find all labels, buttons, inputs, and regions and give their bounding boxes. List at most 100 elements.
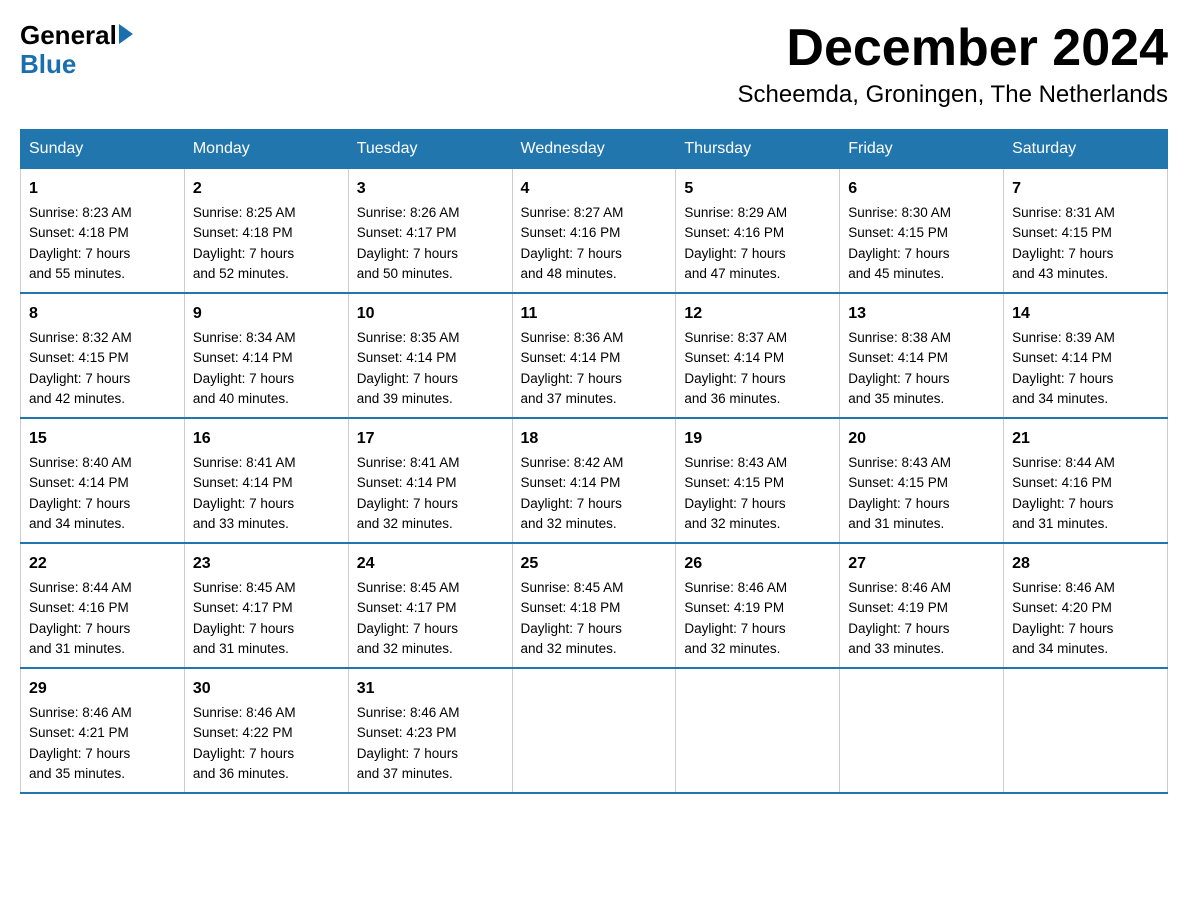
sunrise-text: Sunrise: 8:29 AM <box>684 203 831 223</box>
calendar-cell <box>512 668 676 793</box>
daylight-text: Daylight: 7 hours <box>29 619 176 639</box>
sunset-text: Sunset: 4:15 PM <box>848 223 995 243</box>
sunrise-text: Sunrise: 8:44 AM <box>29 578 176 598</box>
calendar-cell: 27Sunrise: 8:46 AMSunset: 4:19 PMDayligh… <box>840 543 1004 668</box>
daylight-minutes: and 40 minutes. <box>193 389 340 409</box>
daylight-minutes: and 37 minutes. <box>357 764 504 784</box>
calendar-cell: 15Sunrise: 8:40 AMSunset: 4:14 PMDayligh… <box>21 418 185 543</box>
calendar-cell <box>840 668 1004 793</box>
daylight-text: Daylight: 7 hours <box>848 494 995 514</box>
day-number: 16 <box>193 427 340 451</box>
calendar-cell: 1Sunrise: 8:23 AMSunset: 4:18 PMDaylight… <box>21 169 185 294</box>
calendar-cell: 22Sunrise: 8:44 AMSunset: 4:16 PMDayligh… <box>21 543 185 668</box>
daylight-text: Daylight: 7 hours <box>29 744 176 764</box>
sunrise-text: Sunrise: 8:43 AM <box>684 453 831 473</box>
sunrise-text: Sunrise: 8:35 AM <box>357 328 504 348</box>
daylight-text: Daylight: 7 hours <box>193 369 340 389</box>
sunset-text: Sunset: 4:15 PM <box>684 473 831 493</box>
sunrise-text: Sunrise: 8:31 AM <box>1012 203 1159 223</box>
calendar-cell: 31Sunrise: 8:46 AMSunset: 4:23 PMDayligh… <box>348 668 512 793</box>
day-number: 6 <box>848 177 995 201</box>
calendar-cell: 12Sunrise: 8:37 AMSunset: 4:14 PMDayligh… <box>676 293 840 418</box>
calendar-cell: 25Sunrise: 8:45 AMSunset: 4:18 PMDayligh… <box>512 543 676 668</box>
daylight-minutes: and 33 minutes. <box>193 514 340 534</box>
daylight-text: Daylight: 7 hours <box>848 244 995 264</box>
logo-general: General <box>20 20 117 51</box>
daylight-text: Daylight: 7 hours <box>29 494 176 514</box>
daylight-minutes: and 36 minutes. <box>684 389 831 409</box>
logo-blue: Blue <box>20 49 76 80</box>
daylight-text: Daylight: 7 hours <box>193 744 340 764</box>
daylight-text: Daylight: 7 hours <box>1012 494 1159 514</box>
sunrise-text: Sunrise: 8:45 AM <box>521 578 668 598</box>
calendar-cell: 2Sunrise: 8:25 AMSunset: 4:18 PMDaylight… <box>184 169 348 294</box>
daylight-minutes: and 45 minutes. <box>848 264 995 284</box>
day-number: 13 <box>848 302 995 326</box>
calendar-cell: 18Sunrise: 8:42 AMSunset: 4:14 PMDayligh… <box>512 418 676 543</box>
col-sunday: Sunday <box>21 130 185 169</box>
daylight-text: Daylight: 7 hours <box>357 494 504 514</box>
daylight-text: Daylight: 7 hours <box>848 619 995 639</box>
daylight-text: Daylight: 7 hours <box>1012 369 1159 389</box>
calendar-cell: 11Sunrise: 8:36 AMSunset: 4:14 PMDayligh… <box>512 293 676 418</box>
sunset-text: Sunset: 4:14 PM <box>848 348 995 368</box>
daylight-minutes: and 31 minutes. <box>848 514 995 534</box>
sunrise-text: Sunrise: 8:34 AM <box>193 328 340 348</box>
sunrise-text: Sunrise: 8:46 AM <box>1012 578 1159 598</box>
col-thursday: Thursday <box>676 130 840 169</box>
day-number: 3 <box>357 177 504 201</box>
daylight-minutes: and 31 minutes. <box>193 639 340 659</box>
sunrise-text: Sunrise: 8:43 AM <box>848 453 995 473</box>
day-number: 9 <box>193 302 340 326</box>
daylight-minutes: and 37 minutes. <box>521 389 668 409</box>
daylight-text: Daylight: 7 hours <box>1012 619 1159 639</box>
sunrise-text: Sunrise: 8:36 AM <box>521 328 668 348</box>
daylight-minutes: and 31 minutes. <box>29 639 176 659</box>
day-number: 5 <box>684 177 831 201</box>
day-number: 1 <box>29 177 176 201</box>
daylight-minutes: and 33 minutes. <box>848 639 995 659</box>
sunset-text: Sunset: 4:17 PM <box>193 598 340 618</box>
day-number: 28 <box>1012 552 1159 576</box>
sunrise-text: Sunrise: 8:46 AM <box>684 578 831 598</box>
day-number: 15 <box>29 427 176 451</box>
sunset-text: Sunset: 4:14 PM <box>357 473 504 493</box>
day-number: 25 <box>521 552 668 576</box>
daylight-minutes: and 32 minutes. <box>684 639 831 659</box>
calendar-cell: 8Sunrise: 8:32 AMSunset: 4:15 PMDaylight… <box>21 293 185 418</box>
sunset-text: Sunset: 4:17 PM <box>357 598 504 618</box>
daylight-minutes: and 43 minutes. <box>1012 264 1159 284</box>
daylight-text: Daylight: 7 hours <box>193 494 340 514</box>
daylight-text: Daylight: 7 hours <box>357 744 504 764</box>
daylight-minutes: and 32 minutes. <box>684 514 831 534</box>
calendar-cell: 24Sunrise: 8:45 AMSunset: 4:17 PMDayligh… <box>348 543 512 668</box>
day-number: 24 <box>357 552 504 576</box>
header-row: Sunday Monday Tuesday Wednesday Thursday… <box>21 130 1168 169</box>
day-number: 10 <box>357 302 504 326</box>
sunset-text: Sunset: 4:18 PM <box>193 223 340 243</box>
calendar-cell: 30Sunrise: 8:46 AMSunset: 4:22 PMDayligh… <box>184 668 348 793</box>
sunrise-text: Sunrise: 8:23 AM <box>29 203 176 223</box>
calendar-cell: 3Sunrise: 8:26 AMSunset: 4:17 PMDaylight… <box>348 169 512 294</box>
day-number: 21 <box>1012 427 1159 451</box>
daylight-minutes: and 47 minutes. <box>684 264 831 284</box>
daylight-text: Daylight: 7 hours <box>521 619 668 639</box>
day-number: 22 <box>29 552 176 576</box>
daylight-text: Daylight: 7 hours <box>29 244 176 264</box>
sunrise-text: Sunrise: 8:27 AM <box>521 203 668 223</box>
sunset-text: Sunset: 4:14 PM <box>29 473 176 493</box>
daylight-text: Daylight: 7 hours <box>684 619 831 639</box>
daylight-minutes: and 35 minutes. <box>848 389 995 409</box>
daylight-minutes: and 32 minutes. <box>357 514 504 534</box>
calendar-cell: 9Sunrise: 8:34 AMSunset: 4:14 PMDaylight… <box>184 293 348 418</box>
day-number: 29 <box>29 677 176 701</box>
logo: General Blue <box>20 20 133 80</box>
calendar-cell: 6Sunrise: 8:30 AMSunset: 4:15 PMDaylight… <box>840 169 1004 294</box>
daylight-text: Daylight: 7 hours <box>684 369 831 389</box>
sunset-text: Sunset: 4:16 PM <box>1012 473 1159 493</box>
day-number: 26 <box>684 552 831 576</box>
sunrise-text: Sunrise: 8:46 AM <box>848 578 995 598</box>
week-row-5: 29Sunrise: 8:46 AMSunset: 4:21 PMDayligh… <box>21 668 1168 793</box>
sunset-text: Sunset: 4:17 PM <box>357 223 504 243</box>
daylight-minutes: and 32 minutes. <box>357 639 504 659</box>
